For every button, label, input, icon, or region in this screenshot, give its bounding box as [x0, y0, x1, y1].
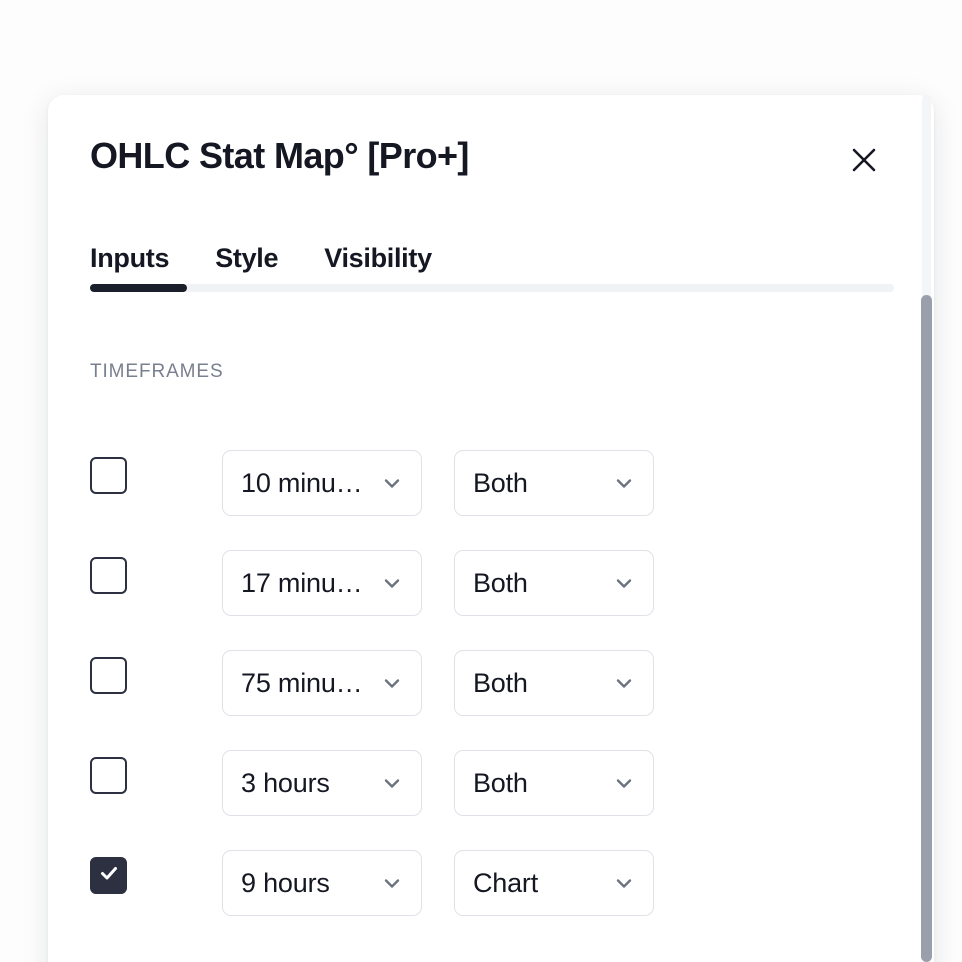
tab-active-indicator	[90, 284, 187, 292]
timeframe-enabled-checkbox[interactable]	[90, 757, 127, 794]
timeframe-enabled-checkbox[interactable]	[90, 657, 127, 694]
timeframe-enabled-checkbox[interactable]	[90, 857, 127, 894]
timeframe-select-value: 17 minu…	[241, 567, 363, 598]
timeframe-row: 9 hours Chart	[48, 850, 934, 950]
chevron-down-icon	[612, 471, 636, 495]
timeframe-select-value: 3 hours	[241, 767, 330, 798]
timeframe-select-value: 9 hours	[241, 867, 330, 898]
timeframe-row: 3 hours Both	[48, 750, 934, 850]
timeframe-row: 75 minu… Both	[48, 650, 934, 750]
chevron-down-icon	[380, 471, 404, 495]
timeframe-enabled-checkbox[interactable]	[90, 557, 127, 594]
display-mode-select-value: Chart	[473, 867, 539, 898]
timeframe-select-value: 10 minu…	[241, 467, 363, 498]
display-mode-select[interactable]: Chart	[454, 850, 654, 916]
section-header-timeframes: TIMEFRAMES	[90, 361, 224, 382]
chevron-down-icon	[380, 571, 404, 595]
close-button[interactable]	[841, 137, 887, 183]
chevron-down-icon	[380, 771, 404, 795]
chevron-down-icon	[380, 871, 404, 895]
display-mode-select-value: Both	[473, 667, 528, 698]
timeframe-select-value: 75 minu…	[241, 667, 363, 698]
display-mode-select-value: Both	[473, 467, 528, 498]
dialog-scrollbar-thumb[interactable]	[921, 295, 932, 962]
display-mode-select[interactable]: Both	[454, 750, 654, 816]
tab-bar: Inputs Style Visibility	[90, 245, 432, 274]
timeframe-row: 10 minu… Both	[48, 450, 934, 550]
chevron-down-icon	[612, 671, 636, 695]
app-root: OHLC Stat Map° [Pro+] Inputs Style Visib…	[0, 0, 962, 962]
settings-dialog: OHLC Stat Map° [Pro+] Inputs Style Visib…	[48, 95, 934, 962]
check-icon	[98, 862, 120, 889]
display-mode-select-value: Both	[473, 567, 528, 598]
tab-underline-track	[90, 284, 894, 292]
timeframe-select[interactable]: 10 minu…	[222, 450, 422, 516]
timeframe-row: 17 minu… Both	[48, 550, 934, 650]
display-mode-select[interactable]: Both	[454, 650, 654, 716]
dialog-header: OHLC Stat Map° [Pro+]	[48, 95, 934, 215]
page-title: OHLC Stat Map° [Pro+]	[90, 135, 469, 176]
display-mode-select[interactable]: Both	[454, 550, 654, 616]
display-mode-select[interactable]: Both	[454, 450, 654, 516]
chevron-down-icon	[612, 571, 636, 595]
timeframe-select[interactable]: 75 minu…	[222, 650, 422, 716]
timeframe-select[interactable]: 3 hours	[222, 750, 422, 816]
tab-inputs[interactable]: Inputs	[90, 245, 169, 274]
chevron-down-icon	[380, 671, 404, 695]
close-icon	[849, 145, 879, 175]
chevron-down-icon	[612, 771, 636, 795]
display-mode-select-value: Both	[473, 767, 528, 798]
tab-style[interactable]: Style	[215, 245, 278, 274]
timeframe-enabled-checkbox[interactable]	[90, 457, 127, 494]
timeframes-list: 10 minu… Both 17 minu… Both 75 minu… Bot…	[48, 450, 934, 950]
tab-visibility[interactable]: Visibility	[324, 245, 432, 274]
timeframe-select[interactable]: 17 minu…	[222, 550, 422, 616]
chevron-down-icon	[612, 871, 636, 895]
timeframe-select[interactable]: 9 hours	[222, 850, 422, 916]
